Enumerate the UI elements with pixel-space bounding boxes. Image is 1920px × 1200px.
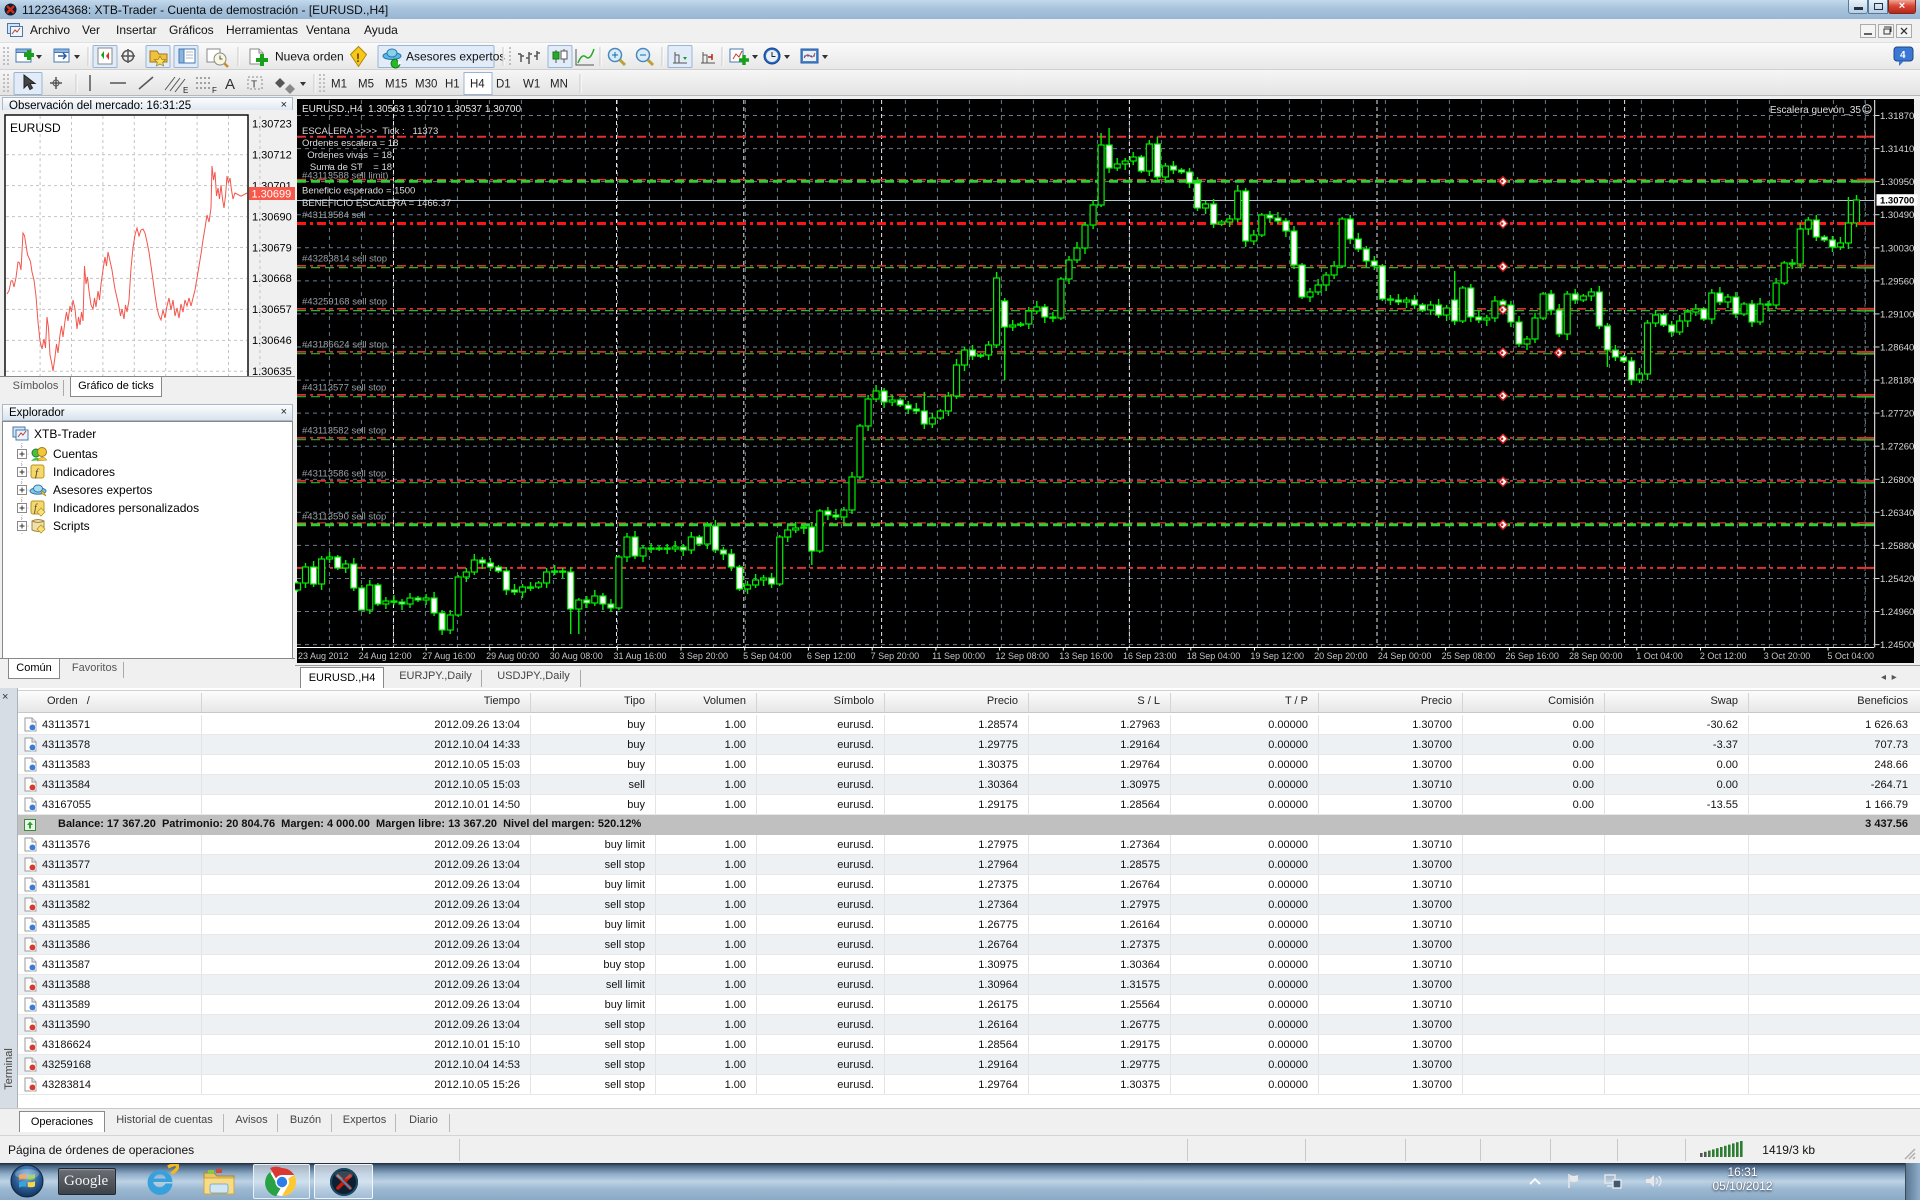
svg-text:2 Oct 12:00: 2 Oct 12:00: [1700, 651, 1747, 661]
svg-text:#43283814 sell stop: #43283814 sell stop: [302, 254, 387, 265]
svg-text:1.26800: 1.26800: [1880, 475, 1914, 486]
svg-text:D1: D1: [496, 79, 511, 91]
svg-text:12 Sep 08:00: 12 Sep 08:00: [996, 651, 1050, 661]
svg-text:#43113582 sell stop: #43113582 sell stop: [302, 426, 386, 437]
svg-text:3 Sep 20:00: 3 Sep 20:00: [679, 651, 728, 661]
svg-text:5 Sep 04:00: 5 Sep 04:00: [743, 651, 792, 661]
svg-text:23 Aug 2012: 23 Aug 2012: [298, 651, 349, 661]
svg-text:25 Sep 08:00: 25 Sep 08:00: [1442, 651, 1496, 661]
svg-text:1.31410: 1.31410: [1880, 144, 1914, 155]
svg-text:Cuentas: Cuentas: [53, 447, 98, 461]
svg-text:24 Aug 12:00: 24 Aug 12:00: [359, 651, 412, 661]
svg-text:1.30690: 1.30690: [252, 211, 292, 223]
svg-text:1.30679: 1.30679: [252, 242, 292, 254]
svg-text:26 Sep 16:00: 26 Sep 16:00: [1505, 651, 1559, 661]
svg-text:1.24960: 1.24960: [1880, 607, 1914, 618]
svg-text:1.30657: 1.30657: [252, 304, 292, 316]
svg-text:#43113584 sell: #43113584 sell: [302, 210, 366, 221]
svg-text:Indicadores: Indicadores: [53, 465, 115, 479]
svg-text:1.28180: 1.28180: [1880, 376, 1914, 387]
svg-text:1.31870: 1.31870: [1880, 111, 1914, 122]
svg-text:#43113586 sell stop: #43113586 sell stop: [302, 469, 386, 480]
svg-text:M15: M15: [385, 79, 407, 91]
svg-text:#43113577 sell stop: #43113577 sell stop: [302, 383, 386, 394]
svg-text:Ordenes escalera = 18: Ordenes escalera = 18: [302, 138, 398, 149]
svg-text:W1: W1: [523, 79, 540, 91]
svg-text:1.26340: 1.26340: [1880, 508, 1914, 519]
svg-text:1.28640: 1.28640: [1880, 343, 1914, 354]
svg-text:1.30700: 1.30700: [1880, 195, 1914, 206]
svg-text:EURUSD.,H4 1.30563 1.30710 1.: EURUSD.,H4 1.30563 1.30710 1.30537 1.307…: [302, 104, 521, 115]
svg-text:19 Sep 12:00: 19 Sep 12:00: [1250, 651, 1304, 661]
svg-text:A: A: [225, 76, 235, 93]
svg-text:M1: M1: [331, 79, 347, 91]
svg-text:18 Sep 04:00: 18 Sep 04:00: [1187, 651, 1241, 661]
svg-text:1.24500: 1.24500: [1880, 640, 1914, 651]
svg-text:13 Sep 16:00: 13 Sep 16:00: [1059, 651, 1113, 661]
svg-text:1.30668: 1.30668: [252, 273, 292, 285]
svg-text:1 Oct 04:00: 1 Oct 04:00: [1636, 651, 1683, 661]
svg-text:28 Sep 00:00: 28 Sep 00:00: [1569, 651, 1623, 661]
svg-text:MN: MN: [550, 79, 568, 91]
svg-text:1.30646: 1.30646: [252, 335, 292, 347]
svg-text:11 Sep 00:00: 11 Sep 00:00: [932, 651, 985, 661]
svg-text:7 Sep 20:00: 7 Sep 20:00: [871, 651, 920, 661]
svg-text:Escalera guevón_35: Escalera guevón_35: [1770, 105, 1862, 116]
svg-text:1.27260: 1.27260: [1880, 442, 1914, 453]
svg-text:20 Sep 20:00: 20 Sep 20:00: [1314, 651, 1368, 661]
svg-text:Nueva orden: Nueva orden: [275, 50, 344, 64]
svg-text:T: T: [251, 80, 257, 91]
svg-text:1.30723: 1.30723: [252, 119, 292, 131]
svg-text:F: F: [212, 86, 217, 95]
svg-text:M5: M5: [358, 79, 374, 91]
svg-text:#43259168 sell stop: #43259168 sell stop: [302, 297, 387, 308]
svg-text:Beneficio esperado = 1500: Beneficio esperado = 1500: [302, 186, 415, 197]
svg-text:16 Sep 23:00: 16 Sep 23:00: [1123, 651, 1177, 661]
svg-text:30 Aug 08:00: 30 Aug 08:00: [550, 651, 603, 661]
svg-text:Asesores expertos: Asesores expertos: [53, 483, 152, 497]
svg-text:24 Sep 00:00: 24 Sep 00:00: [1378, 651, 1432, 661]
svg-text:31 Aug 16:00: 31 Aug 16:00: [613, 651, 666, 661]
svg-text:27 Aug 16:00: 27 Aug 16:00: [422, 651, 475, 661]
svg-text:BENEFICIO ESCALERA = 1466.37: BENEFICIO ESCALERA = 1466.37: [302, 198, 451, 209]
svg-text:!: !: [356, 51, 360, 65]
svg-text:1.25420: 1.25420: [1880, 574, 1914, 585]
svg-text:#43113588 sell limit): #43113588 sell limit): [302, 171, 388, 182]
svg-text:H1: H1: [445, 79, 460, 91]
svg-text:1.29100: 1.29100: [1880, 309, 1914, 320]
svg-text:4: 4: [1900, 50, 1906, 61]
svg-text:5 Oct 04:00: 5 Oct 04:00: [1827, 651, 1874, 661]
svg-text:1.29560: 1.29560: [1880, 276, 1914, 287]
svg-text:3 Oct 20:00: 3 Oct 20:00: [1764, 651, 1811, 661]
svg-text:1.27720: 1.27720: [1880, 409, 1914, 420]
svg-text:Indicadores personalizados: Indicadores personalizados: [53, 501, 199, 515]
svg-text:EURUSD: EURUSD: [10, 121, 61, 135]
svg-text:#43186624 sell stop: #43186624 sell stop: [302, 340, 387, 351]
svg-text:M30: M30: [415, 79, 437, 91]
svg-text:H4: H4: [470, 79, 485, 91]
svg-text:6 Sep 12:00: 6 Sep 12:00: [807, 651, 856, 661]
svg-text:E: E: [183, 86, 188, 95]
svg-text:ESCALERA >>>> Tick : 11373: ESCALERA >>>> Tick : 11373: [302, 126, 438, 137]
svg-text:#43113590 sell stop: #43113590 sell stop: [302, 512, 386, 523]
svg-text:Asesores expertos: Asesores expertos: [406, 50, 505, 64]
svg-text:Ordenes vivas = 18: Ordenes vivas = 18: [302, 150, 392, 161]
svg-text:1.30712: 1.30712: [252, 150, 292, 162]
svg-text:1.30699: 1.30699: [252, 189, 292, 201]
svg-text:1.30030: 1.30030: [1880, 243, 1914, 254]
svg-text:1.30950: 1.30950: [1880, 177, 1914, 188]
svg-text:29 Aug 00:00: 29 Aug 00:00: [486, 651, 539, 661]
svg-text:1.30490: 1.30490: [1880, 210, 1914, 221]
svg-text:Scripts: Scripts: [53, 519, 90, 533]
svg-text:1.25880: 1.25880: [1880, 541, 1914, 552]
